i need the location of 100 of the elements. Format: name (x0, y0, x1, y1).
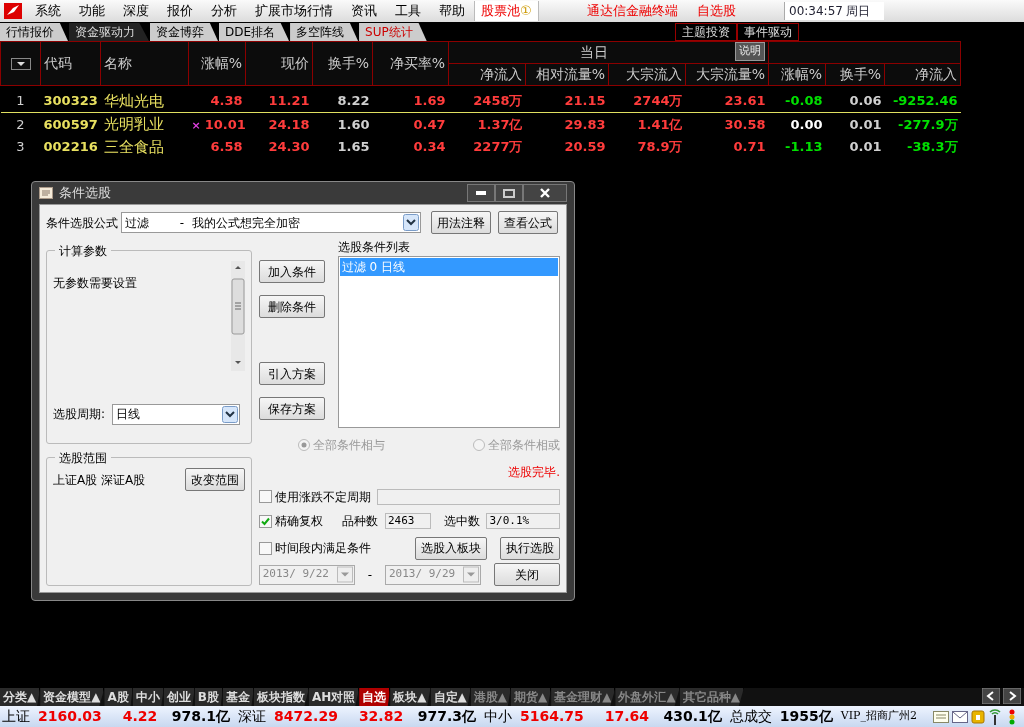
view-tab[interactable]: 资金驱动力 (69, 23, 149, 41)
signal-icon (988, 708, 1003, 725)
index-value: 5164.75 (519, 707, 584, 726)
menu-item[interactable]: 深度 (114, 1, 158, 21)
total-value: 1955亿 (779, 707, 833, 726)
market-tab[interactable]: B股 (194, 688, 223, 706)
table-cell: 0.01 (849, 116, 882, 132)
view-tab[interactable]: 主题投资 (675, 23, 737, 41)
action-button[interactable]: 保存方案 (258, 397, 325, 421)
market-tab[interactable]: 期货▲ (510, 688, 552, 706)
index-change: 4.22 (122, 707, 158, 726)
market-tab[interactable]: 自定▲ (430, 688, 471, 706)
table-cell: 1.37亿 (477, 116, 523, 132)
table-cell: 8.22 (337, 93, 370, 108)
action-button[interactable]: 删除条件 (258, 295, 325, 319)
window-title: 条件选股 (59, 184, 111, 203)
market-tab[interactable]: 基金理财▲ (551, 688, 616, 706)
menu-item[interactable]: 扩展市场行情 (246, 1, 342, 21)
radio-button[interactable] (472, 438, 485, 451)
checkbox[interactable] (258, 541, 272, 555)
menu-item[interactable]: 报价 (158, 1, 202, 21)
table-cell: 0.00 (790, 116, 823, 132)
field-label: 选中数 (443, 513, 480, 531)
market-tab[interactable]: AH对照 (308, 688, 360, 706)
menu-item[interactable]: 分析 (202, 1, 246, 21)
formula-dropdown[interactable]: 过滤 - 我的公式想完全加密 (121, 212, 422, 234)
table-cell: 1.60 (337, 116, 370, 132)
stock-row[interactable]: 2 600597 光明乳业 × 10.01 24.18 1.60 0.47 1.37亿 29.83 1.41亿 30.58 0.00 0.01 -277.9万 (0, 112, 961, 136)
market-tab[interactable]: 自选 (359, 688, 391, 706)
market-tab[interactable]: 分类▲ (0, 688, 41, 706)
checkbox[interactable] (258, 514, 272, 528)
table-cell: 002216 (43, 139, 98, 154)
count-field: 2463 (384, 513, 431, 530)
scroll-right-icon (1002, 688, 1021, 704)
period-dropdown[interactable]: 日线 (111, 403, 240, 425)
run-button[interactable]: 执行选股 (500, 536, 560, 560)
index-change: 32.82 (358, 707, 404, 726)
action-button[interactable]: 加入条件 (258, 260, 325, 284)
minimize-button[interactable] (467, 184, 495, 203)
market-tab[interactable]: A股 (104, 688, 133, 706)
checkbox[interactable] (258, 490, 272, 504)
checkbox-label: 时间段内满足条件 (274, 540, 371, 558)
total-label: 总成交 (729, 707, 772, 726)
market-tab[interactable]: 中小 (132, 688, 164, 706)
dropdown-icon (10, 58, 31, 70)
market-tab[interactable]: 基金 (222, 688, 254, 706)
view-tab[interactable]: 多空阵线 (290, 23, 359, 41)
view-tab[interactable]: 资金博弈 (150, 23, 218, 41)
table-cell: 29.83 (564, 116, 606, 132)
row-number: 3 (15, 138, 26, 156)
menu-item[interactable]: 工具 (386, 1, 430, 21)
table-cell: 11.21 (268, 93, 310, 108)
table-cell: 0.71 (733, 139, 766, 154)
menu-item[interactable]: 功能 (70, 1, 114, 21)
change-scope-button[interactable]: 改变范围 (185, 468, 246, 492)
index-value: 8472.29 (274, 707, 338, 726)
table-cell: 1.41亿 (637, 116, 683, 132)
table-cell: 0.47 (413, 116, 446, 132)
view-formula-button[interactable]: 查看公式 (497, 211, 558, 235)
market-tab[interactable]: 外盘外汇▲ (615, 688, 680, 706)
explain-button[interactable]: 说明 (735, 42, 765, 61)
column-header: 换手% (312, 41, 373, 86)
table-cell: -277.9万 (898, 116, 958, 132)
index-name: 中小 (483, 707, 512, 726)
minimize-icon (476, 191, 486, 196)
field-label: 品种数 (342, 513, 379, 531)
maximize-button[interactable] (495, 184, 523, 203)
field-label: 选股周期: (53, 406, 106, 424)
table-cell: 1.69 (413, 93, 446, 108)
radio-button[interactable] (297, 438, 310, 451)
table-cell: -0.08 (785, 93, 823, 108)
menu-item[interactable]: 系统 (26, 1, 70, 21)
menu-item[interactable]: 资讯 (342, 1, 386, 21)
action-button[interactable]: 引入方案 (258, 362, 325, 386)
stock-row[interactable]: 1 300323 华灿光电 4.38 11.21 8.22 1.69 2458万 21.15 2744万 23.61 -0.08 0.06 -9252.46 (0, 89, 961, 113)
menu-item[interactable]: 帮助 (430, 1, 474, 21)
market-tab[interactable]: 创业 (163, 688, 195, 706)
close-button[interactable] (523, 184, 567, 203)
table-cell: 0.06 (849, 93, 882, 108)
stock-row[interactable]: 3 002216 三全食品 6.58 24.30 1.65 0.34 2277万 20.59 78.9万 0.71 -1.13 0.01 -38.3万 (0, 135, 961, 158)
table-cell: 2277万 (473, 139, 523, 154)
to-block-button[interactable]: 选股入板块 (415, 536, 487, 560)
group-header: 当日 (579, 44, 608, 60)
view-tab[interactable]: SUP统计 (359, 23, 427, 41)
market-tab[interactable]: 其它品种▲ (679, 688, 744, 706)
market-tab[interactable]: 板块▲ (390, 688, 431, 706)
table-cell: 华灿光电 (103, 91, 164, 110)
view-tab[interactable]: 事件驱动 (737, 23, 799, 41)
market-tab[interactable]: 港股▲ (470, 688, 511, 706)
table-cell: 0.34 (413, 139, 446, 154)
usage-button[interactable]: 用法注释 (431, 211, 491, 235)
market-tab[interactable]: 资金模型▲ (40, 688, 105, 706)
column-header: 现价 (245, 41, 313, 86)
table-cell: 6.58 (210, 139, 243, 154)
market-tab[interactable]: 板块指数 (253, 688, 309, 706)
view-tab[interactable]: DDE排名 (219, 23, 290, 41)
stock-pool-menu[interactable]: 股票池① (474, 1, 539, 21)
close-dialog-button[interactable]: 关闭 (494, 563, 560, 586)
column-header: 名称 (100, 41, 189, 86)
view-tab[interactable]: 行情报价 (0, 23, 68, 41)
